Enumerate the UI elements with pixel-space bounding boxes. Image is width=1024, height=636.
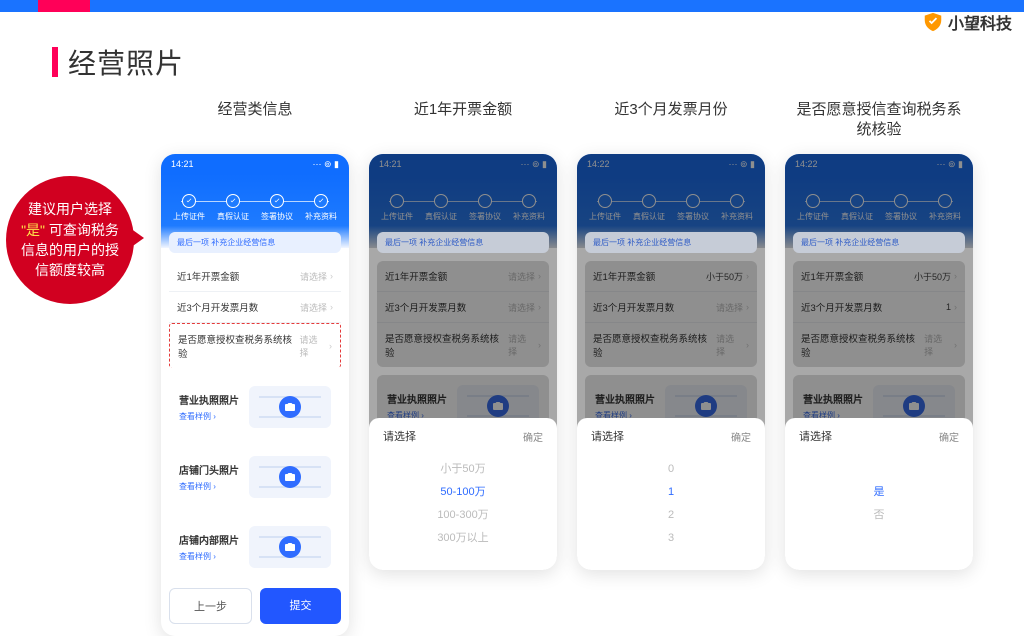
- brand-shield-icon: [922, 11, 944, 33]
- signal-icon: ⋯ ⊚ ▮: [313, 159, 340, 170]
- months-picker[interactable]: 请选择确定 0 1 2 3: [577, 418, 765, 570]
- brand-text: 小望科技: [948, 10, 1012, 34]
- camera-icon[interactable]: [279, 396, 301, 418]
- status-bar: 14:21⋯ ⊚ ▮: [161, 154, 349, 174]
- picker-options: 小于50万 50-100万 100-300万 300万以上: [369, 454, 557, 560]
- row-invoice-amount[interactable]: 近1年开票金额请选择›: [169, 261, 341, 292]
- step-check-icon: [314, 194, 328, 208]
- sample-link[interactable]: 查看样例 ›: [179, 411, 239, 422]
- row-invoice-months[interactable]: 近3个月开发票月数请选择›: [169, 292, 341, 323]
- camera-icon[interactable]: [279, 466, 301, 488]
- phone-screenshot-1: 14:21⋯ ⊚ ▮ ⋯ 上传证件 真假认证 签署协议 补充资料 最后一项 补充…: [161, 154, 349, 636]
- col-business-info: 经营类信息 14:21⋯ ⊚ ▮ ⋯ 上传证件 真假认证 签署协议 补充资料 最…: [156, 100, 354, 636]
- row-tax-auth-highlighted[interactable]: 是否愿意授权查税务系统核验请选择›: [169, 323, 341, 368]
- col-amount-picker: 近1年开票金额 14:21⋯ ⊚ ▮ 上传证件 真假认证 签署协议 补充资料 最…: [364, 100, 562, 570]
- phone-screenshot-3: 14:22⋯ ⊚ ▮ 上传证件 真假认证 签署协议 补充资料 最后一项 补充企业…: [577, 154, 765, 570]
- picker-confirm[interactable]: 确定: [731, 429, 751, 444]
- tip-bubble: 建议用户选择 "是" 可查询税务信息的用户的授信额度较高: [6, 176, 134, 304]
- col-title: 是否愿意授信查询税务系统核验: [794, 100, 964, 140]
- amount-picker[interactable]: 请选择确定 小于50万 50-100万 100-300万 300万以上: [369, 418, 557, 570]
- upload-card-license[interactable]: 营业执照照片查看样例 ›: [169, 376, 341, 438]
- progress-banner: 最后一项 补充企业经营信息: [169, 232, 341, 253]
- sample-link[interactable]: 查看样例 ›: [179, 481, 239, 492]
- col-taxauth-picker: 是否愿意授信查询税务系统核验 14:22⋯ ⊚ ▮ 上传证件 真假认证 签署协议…: [780, 100, 978, 570]
- chevron-right-icon: ›: [330, 302, 333, 312]
- chevron-right-icon: ›: [329, 341, 332, 351]
- chevron-right-icon: ›: [330, 271, 333, 281]
- picker-confirm[interactable]: 确定: [523, 429, 543, 444]
- prev-button[interactable]: 上一步: [169, 588, 252, 624]
- title-accent-bar: [52, 47, 58, 77]
- step-check-icon: [270, 194, 284, 208]
- footer-buttons: 上一步 提交: [169, 588, 341, 624]
- form-list: 近1年开票金额请选择› 近3个月开发票月数请选择› 是否愿意授权查税务系统核验请…: [169, 261, 341, 368]
- submit-button[interactable]: 提交: [260, 588, 341, 624]
- slide-topbar: [0, 0, 1024, 12]
- col-title: 经营类信息: [217, 100, 292, 140]
- phone-screenshot-2: 14:21⋯ ⊚ ▮ 上传证件 真假认证 签署协议 补充资料 最后一项 补充企业…: [369, 154, 557, 570]
- page-title: 经营照片: [52, 42, 184, 82]
- sample-link[interactable]: 查看样例 ›: [179, 551, 239, 562]
- phone-screenshot-4: 14:22⋯ ⊚ ▮ 上传证件 真假认证 签署协议 补充资料 最后一项 补充企业…: [785, 154, 973, 570]
- tip-quote: "是": [21, 222, 45, 238]
- col-months-picker: 近3个月发票月份 14:22⋯ ⊚ ▮ 上传证件 真假认证 签署协议 补充资料 …: [572, 100, 770, 570]
- picker-confirm[interactable]: 确定: [939, 429, 959, 444]
- page-title-text: 经营照片: [68, 42, 184, 82]
- step-check-icon: [226, 194, 240, 208]
- taxauth-picker[interactable]: 请选择确定 是 否: [785, 418, 973, 570]
- col-title: 近1年开票金额: [414, 100, 512, 140]
- upload-card-interior[interactable]: 店铺内部照片查看样例 ›: [169, 516, 341, 578]
- camera-icon[interactable]: [279, 536, 301, 558]
- slide-topbar-accent: [38, 0, 90, 12]
- upload-card-storefront[interactable]: 店铺门头照片查看样例 ›: [169, 446, 341, 508]
- brand: 小望科技: [922, 10, 1012, 34]
- col-title: 近3个月发票月份: [614, 100, 727, 140]
- step-check-icon: [182, 194, 196, 208]
